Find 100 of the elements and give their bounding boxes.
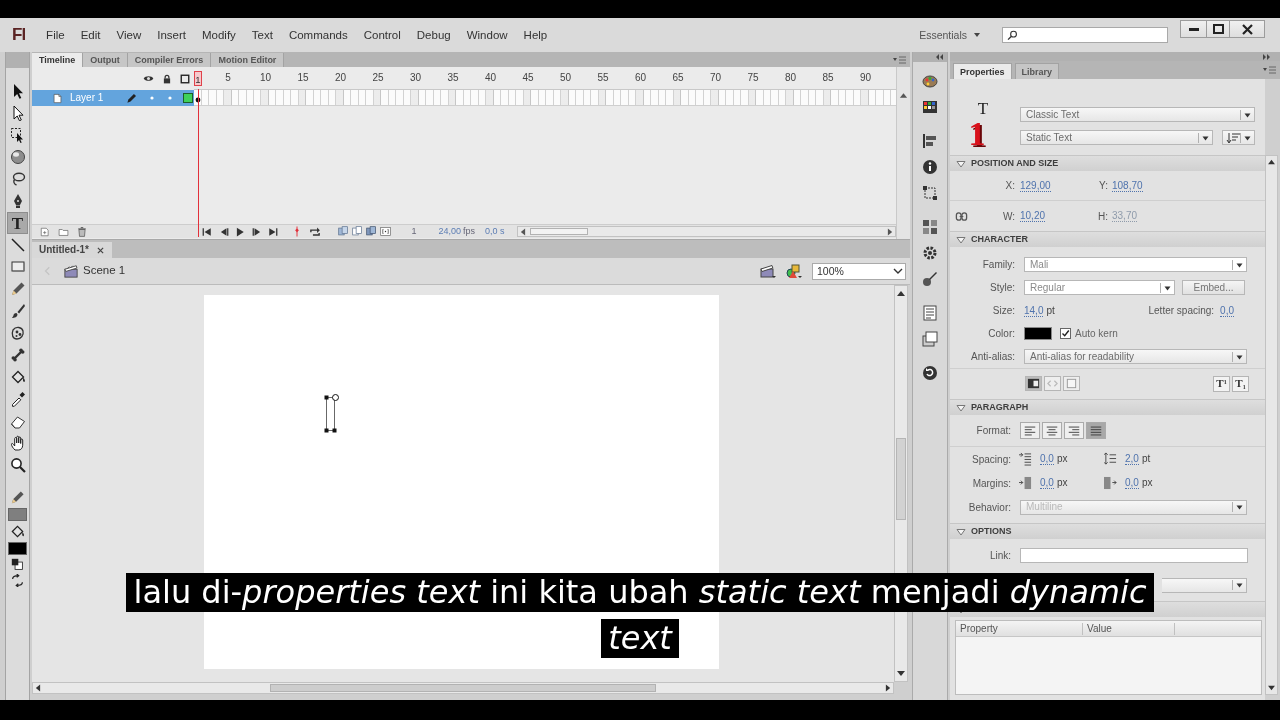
collapse-arrows-icon[interactable]: [935, 54, 943, 60]
scrollbar[interactable]: [896, 67, 910, 239]
selectable-toggle[interactable]: [1025, 376, 1042, 391]
default-colors-icon[interactable]: [11, 558, 24, 571]
elapsed-time[interactable]: 0,0 s: [485, 226, 505, 237]
text-type-dropdown[interactable]: Static Text: [1020, 130, 1213, 145]
menu-item[interactable]: Text: [243, 28, 281, 42]
align-justify-button[interactable]: [1086, 422, 1106, 439]
menu-item[interactable]: Debug: [408, 28, 459, 42]
value-field[interactable]: 0,0: [1040, 477, 1054, 489]
restore-button[interactable]: [1207, 20, 1230, 38]
value-field[interactable]: 0,0: [1040, 453, 1054, 465]
layer-row[interactable]: Layer 1: [32, 90, 194, 106]
menu-item[interactable]: Commands: [280, 28, 356, 42]
embed-button[interactable]: Embed...: [1182, 280, 1245, 295]
menu-item[interactable]: Edit: [72, 28, 109, 42]
swatch-grid-icon[interactable]: [922, 99, 938, 115]
frame-rate[interactable]: 24,00: [438, 226, 462, 237]
orientation-dropdown[interactable]: [1222, 130, 1255, 145]
value-field[interactable]: 0,0: [1125, 477, 1139, 489]
stacked-pages-icon[interactable]: [365, 226, 377, 237]
clapperboard-icon[interactable]: [760, 263, 776, 279]
subscript-toggle[interactable]: T$_{1}$: [1232, 375, 1249, 392]
panel-tab[interactable]: Compiler Errors: [127, 53, 212, 67]
anti-alias-dropdown[interactable]: Anti-alias for readability: [1024, 349, 1247, 364]
scrollbar[interactable]: [1265, 155, 1278, 695]
info-icon[interactable]: [922, 159, 938, 175]
collapse-triangle-icon[interactable]: [956, 526, 966, 537]
page-outlines-icon[interactable]: [351, 226, 363, 237]
text-tool[interactable]: T: [7, 212, 28, 234]
last-frame-icon[interactable]: [268, 226, 278, 237]
font-family-dropdown[interactable]: Mali: [1024, 257, 1247, 272]
document-lines-icon[interactable]: [922, 305, 938, 321]
value-field[interactable]: 14,0: [1024, 304, 1044, 317]
menu-item[interactable]: Insert: [149, 28, 194, 42]
paint-bucket-icon[interactable]: [10, 524, 25, 539]
palette-icon[interactable]: [922, 73, 938, 89]
text-engine-dropdown[interactable]: Classic Text: [1020, 107, 1255, 122]
menu-item[interactable]: File: [38, 28, 73, 42]
square-outline-icon[interactable]: [180, 73, 190, 84]
grid-squares-icon[interactable]: [922, 219, 938, 235]
scrollbar-thumb[interactable]: [896, 438, 906, 520]
panel-menu-icon[interactable]: [893, 55, 906, 64]
superscript-toggle[interactable]: T$^{1}$: [1213, 375, 1230, 392]
border-toggle[interactable]: [1063, 376, 1080, 391]
stack-icon[interactable]: [922, 331, 938, 347]
menu-item[interactable]: Window: [458, 28, 516, 42]
play-icon[interactable]: [235, 226, 245, 237]
scrollbar-thumb[interactable]: [529, 228, 588, 235]
bracket-icon[interactable]: [379, 226, 391, 237]
fill-color-swatch[interactable]: [8, 542, 27, 555]
trash-icon[interactable]: [77, 226, 87, 237]
checkbox[interactable]: [1060, 328, 1071, 339]
link-field[interactable]: [1020, 547, 1248, 563]
panel-menu-icon[interactable]: [1263, 66, 1276, 74]
align-right-button[interactable]: [1064, 422, 1084, 439]
brush-icon[interactable]: [922, 271, 938, 287]
indent-icon[interactable]: [1019, 452, 1032, 466]
eye-icon[interactable]: [143, 73, 154, 84]
align-center-button[interactable]: [1042, 422, 1062, 439]
scrollbar[interactable]: [32, 682, 894, 694]
value-field[interactable]: 129,00: [1020, 179, 1051, 192]
playhead-frame-label[interactable]: 1: [194, 70, 202, 86]
panel-tab[interactable]: Motion Editor: [211, 53, 285, 67]
zoom-combo[interactable]: 100%: [812, 262, 906, 280]
value-field[interactable]: 0,0: [1220, 304, 1234, 317]
first-frame-icon[interactable]: [202, 226, 212, 237]
value-field[interactable]: 108,70: [1112, 179, 1143, 192]
menu-item[interactable]: Modify: [193, 28, 244, 42]
current-frame[interactable]: 1: [411, 226, 417, 237]
pencil-icon[interactable]: [126, 92, 137, 104]
swap-arrows-icon[interactable]: [11, 574, 24, 587]
menu-item[interactable]: Help: [515, 28, 556, 42]
value-field[interactable]: 2,0: [1125, 453, 1139, 465]
text-color-swatch[interactable]: [1024, 327, 1052, 340]
shapes-icon[interactable]: [786, 263, 802, 279]
cog-icon[interactable]: [922, 245, 938, 261]
align-left-button[interactable]: [1020, 422, 1040, 439]
refresh-icon[interactable]: [922, 365, 938, 381]
panel-tab[interactable]: Timeline: [32, 53, 84, 67]
collapse-triangle-icon[interactable]: [956, 402, 966, 413]
expand-arrows-icon[interactable]: [1263, 53, 1270, 60]
panel-tab[interactable]: Library: [1014, 63, 1060, 79]
html-toggle[interactable]: [1044, 376, 1061, 391]
loop-icon[interactable]: [307, 226, 322, 237]
step-forward-icon[interactable]: [251, 226, 262, 237]
line-spacing-icon[interactable]: [1104, 452, 1117, 466]
pencil-icon[interactable]: [10, 490, 25, 505]
align-icon[interactable]: [922, 133, 938, 149]
search-field[interactable]: [1002, 27, 1168, 43]
minimize-button[interactable]: [1180, 20, 1207, 38]
text-field-outline[interactable]: [323, 394, 340, 434]
folder-icon[interactable]: [58, 226, 69, 237]
close-button[interactable]: [1230, 20, 1265, 38]
add-page-icon[interactable]: [40, 226, 50, 237]
left-margin-icon[interactable]: [1019, 476, 1032, 490]
stroke-color-swatch[interactable]: [8, 508, 27, 521]
panel-tab[interactable]: Properties: [953, 63, 1012, 79]
transform-icon[interactable]: [922, 185, 938, 201]
workspace-switcher[interactable]: Essentials: [919, 28, 980, 42]
